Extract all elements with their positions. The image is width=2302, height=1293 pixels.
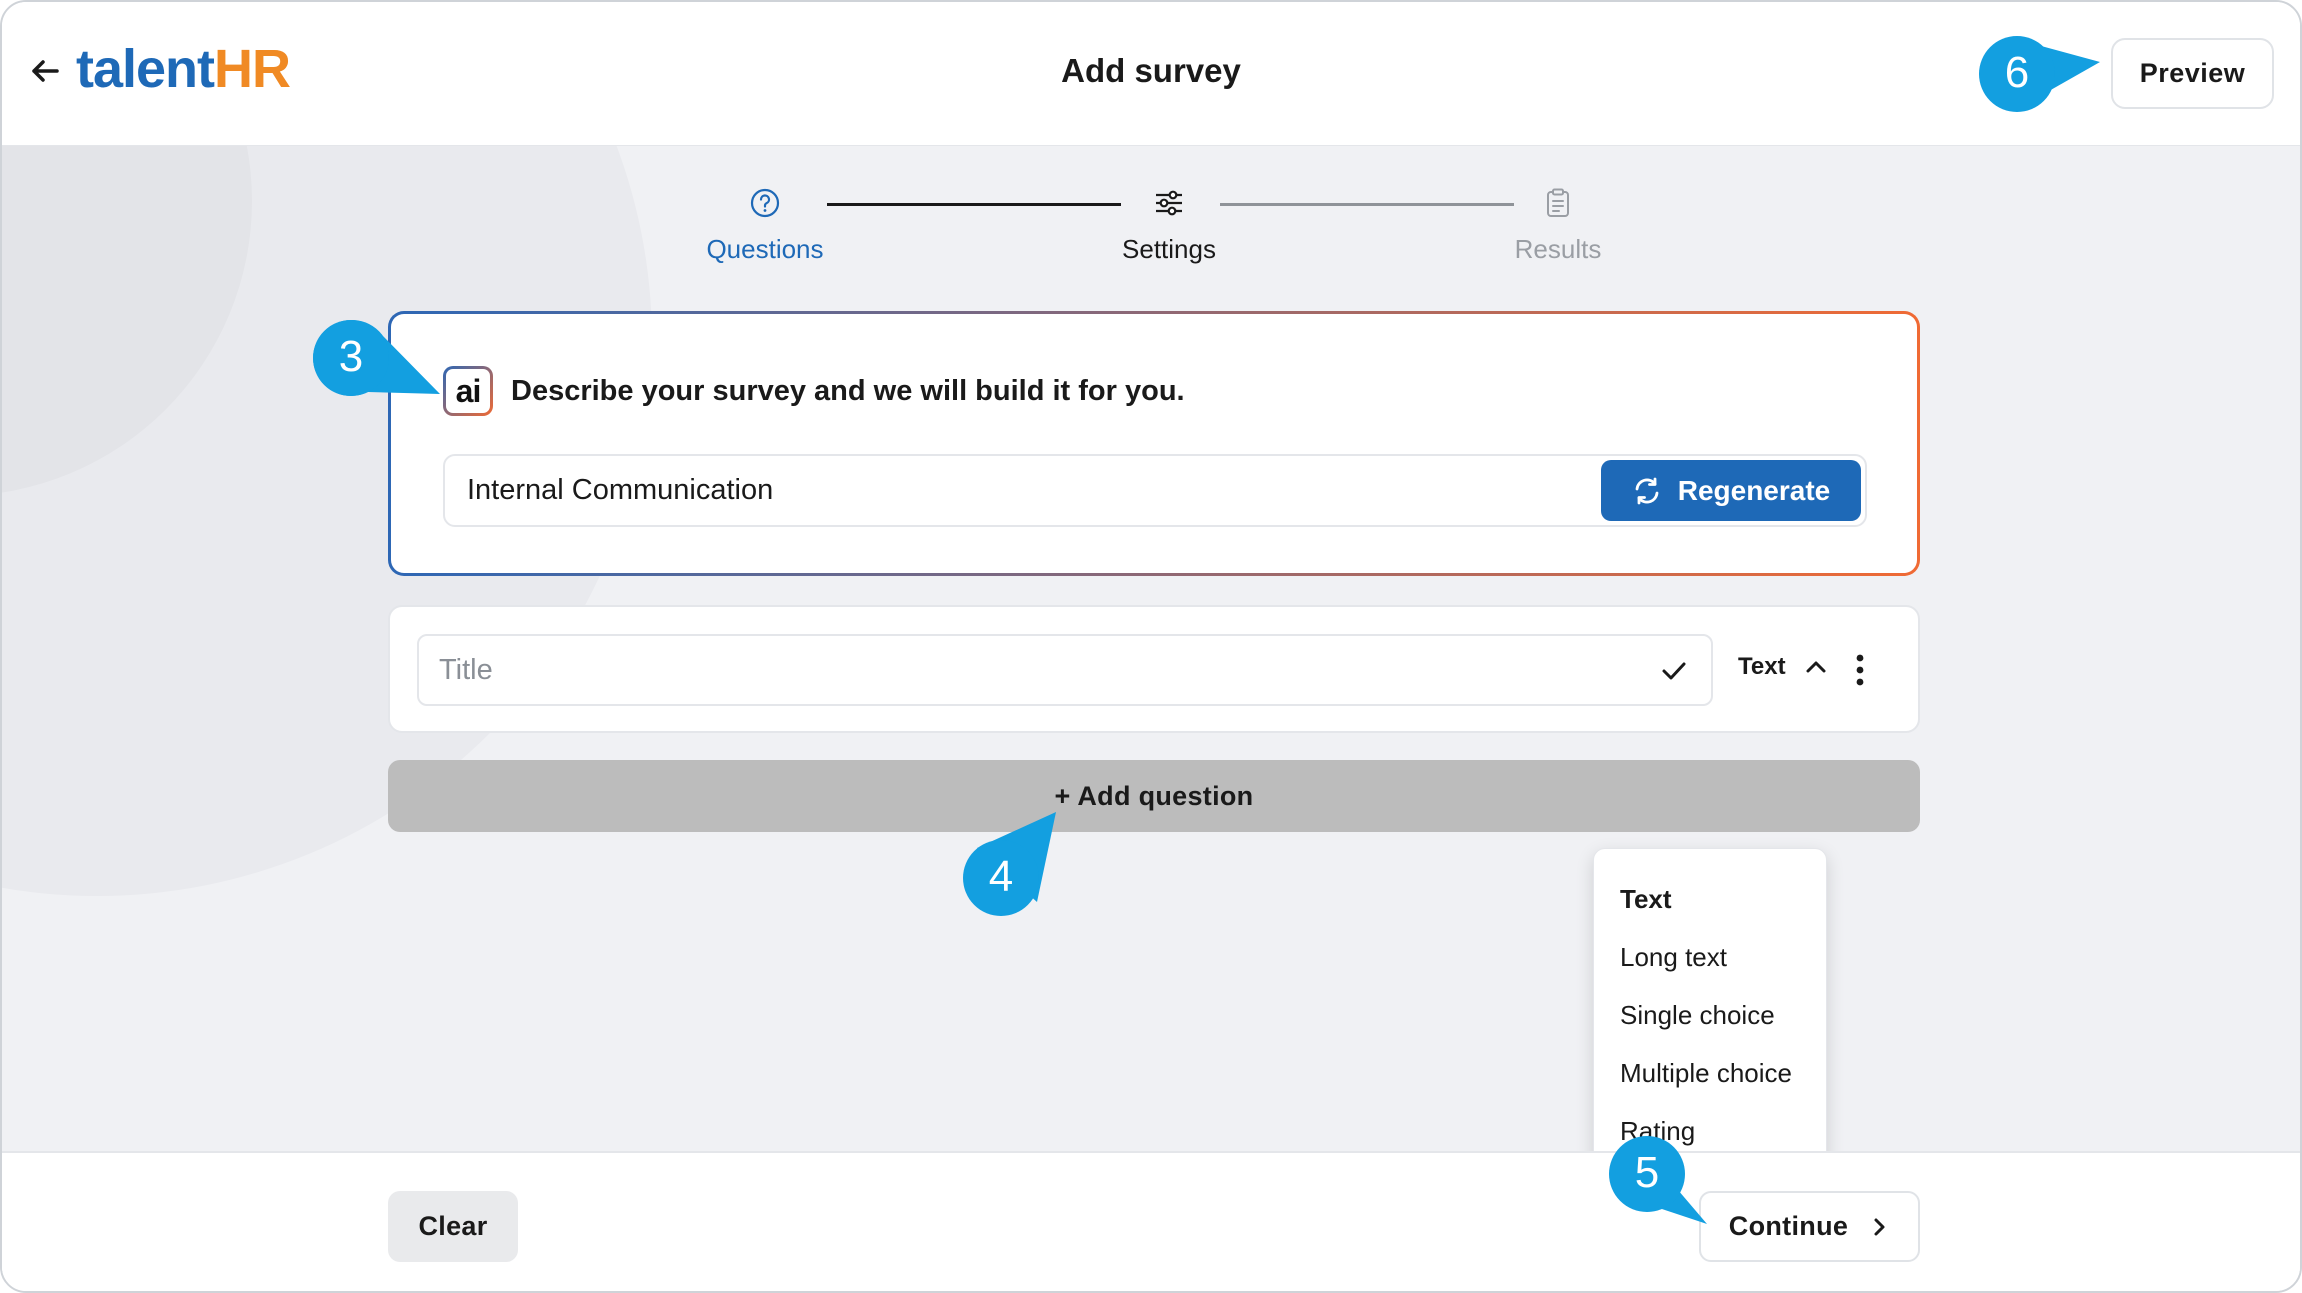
dropdown-option-long-text[interactable]: Long text: [1594, 933, 1826, 991]
ai-survey-builder: ai Describe your survey and we will buil…: [388, 311, 1920, 576]
callout-number-4: 4: [988, 852, 1014, 901]
ai-prompt-field: Regenerate: [443, 454, 1867, 527]
more-vertical-icon[interactable]: [1850, 652, 1870, 688]
callout-5: 5: [1609, 1136, 1769, 1256]
progress-stepper: Questions Settings Results: [2, 146, 2300, 296]
callout-number-3: 3: [338, 332, 364, 381]
question-type-select[interactable]: Text: [1738, 653, 1828, 681]
step-label-questions: Questions: [706, 234, 824, 264]
chevron-right-icon: [1874, 1218, 1885, 1235]
step-label-results: Results: [1514, 234, 1602, 264]
chevron-up-icon: [1806, 661, 1826, 673]
app-window: talentHR Add survey Preview Questions Se…: [0, 0, 2302, 1293]
step-questions[interactable]: Questions: [645, 146, 885, 265]
checkmark-icon[interactable]: [1659, 656, 1689, 686]
ai-prompt-input[interactable]: [467, 456, 1567, 525]
question-title-input[interactable]: [439, 636, 1589, 704]
callout-number-5: 5: [1634, 1148, 1660, 1197]
footer-bar: Clear Continue: [2, 1151, 2300, 1291]
callout-number-6: 6: [2004, 48, 2030, 97]
step-settings[interactable]: Settings: [1049, 146, 1289, 265]
sliders-icon: [1156, 190, 1182, 216]
refresh-icon: [1635, 477, 1659, 504]
dropdown-option-text[interactable]: Text: [1594, 875, 1826, 933]
clear-button[interactable]: Clear: [388, 1191, 518, 1262]
step-label-settings: Settings: [1122, 234, 1216, 264]
main-content: Questions Settings Results ai Describe y…: [2, 145, 2300, 1151]
question-title-field: [417, 634, 1713, 706]
ai-card-body: ai Describe your survey and we will buil…: [391, 314, 1917, 573]
regenerate-button[interactable]: Regenerate: [1601, 460, 1861, 521]
callout-4: 4: [963, 802, 1123, 922]
callout-6: 6: [1979, 36, 2139, 156]
add-question-button[interactable]: + Add question: [388, 760, 1920, 832]
dropdown-option-single-choice[interactable]: Single choice: [1594, 991, 1826, 1049]
question-type-label: Text: [1738, 653, 1786, 680]
step-results[interactable]: Results: [1438, 146, 1678, 265]
question-circle-icon: [750, 188, 780, 218]
clipboard-icon: [1547, 188, 1569, 217]
callout-3: 3: [313, 320, 473, 440]
regenerate-label: Regenerate: [1677, 474, 1831, 506]
dropdown-option-multiple-choice[interactable]: Multiple choice: [1594, 1049, 1826, 1107]
page-title: Add survey: [1061, 52, 1241, 89]
ai-heading: Describe your survey and we will build i…: [511, 375, 1185, 407]
question-type-dropdown: Text Long text Single choice Multiple ch…: [1593, 848, 1827, 1151]
top-bar: talentHR Add survey Preview: [2, 2, 2300, 145]
question-card: Text: [388, 605, 1920, 733]
